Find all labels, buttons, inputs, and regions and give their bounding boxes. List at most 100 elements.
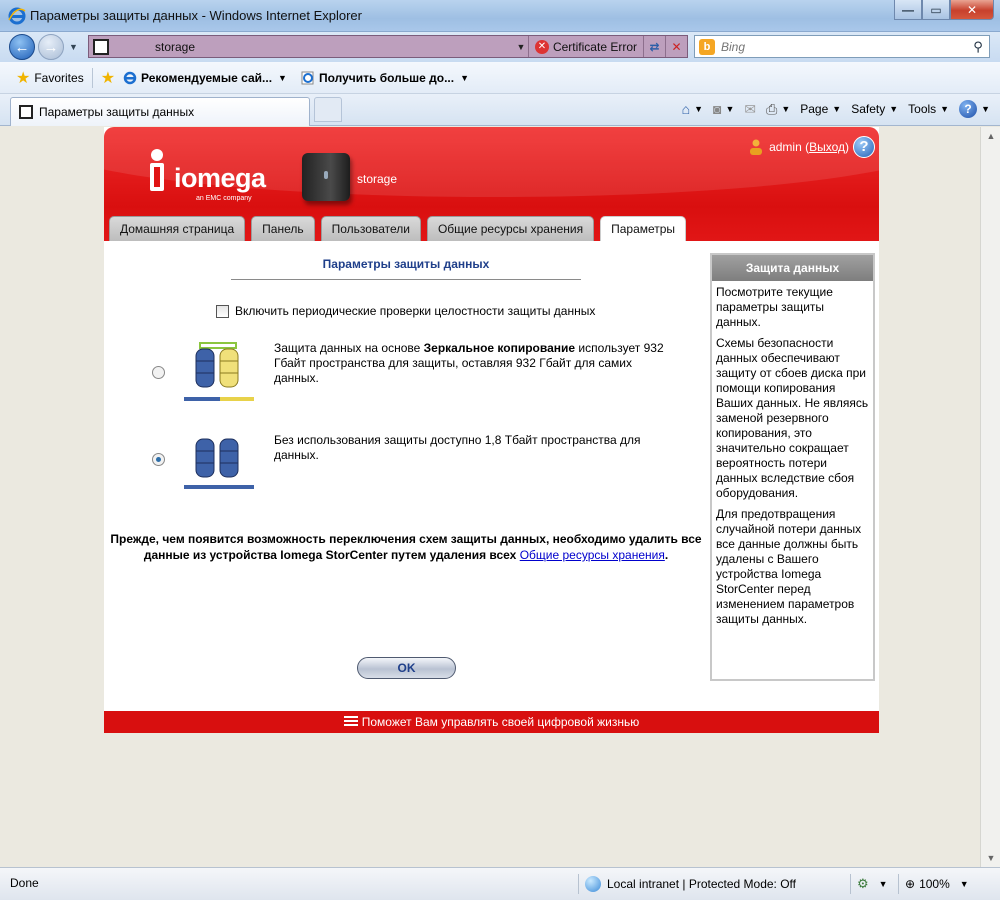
user-name: admin [769, 140, 802, 154]
address-dropdown-icon[interactable]: ▼ [514, 42, 528, 52]
storcenter-app: iomega an EMC company storage admin (Вых… [104, 127, 879, 733]
back-button[interactable]: ← [9, 34, 35, 60]
home-icon: ⌂ [681, 101, 691, 117]
main-content: Параметры защиты данных Включить периоди… [104, 241, 879, 711]
tab-shares[interactable]: Общие ресурсы хранения [426, 216, 595, 241]
storcenter-device-icon [302, 153, 350, 201]
scheme-none-description: Без использования защиты доступно 1,8 Тб… [274, 433, 641, 462]
recent-pages-dropdown-icon[interactable]: ▼ [69, 42, 78, 52]
safety-menu-label: Safety [851, 102, 886, 116]
address-url[interactable]: storage [155, 40, 514, 54]
home-button[interactable]: ⌂ ▼ [682, 101, 703, 117]
certificate-error-button[interactable]: ✕ Certificate Error [527, 36, 643, 57]
help-icon: ? [959, 100, 978, 118]
forward-button[interactable]: → [38, 34, 64, 60]
new-tab-button[interactable] [314, 97, 342, 122]
shares-link[interactable]: Общие ресурсы хранения [520, 548, 665, 562]
add-to-favorites-bar-icon[interactable]: ★ [101, 68, 115, 88]
ie-page-icon [301, 71, 314, 84]
user-info: admin (Выход) [749, 139, 849, 155]
favorites-link-suggested-sites[interactable]: Рекомендуемые сай... ▼ [123, 71, 287, 85]
forward-arrow-icon: → [43, 38, 59, 56]
read-mail-button[interactable]: ✉ [744, 101, 756, 118]
app-footer: Поможет Вам управлять своей цифровой жиз… [104, 711, 879, 733]
favorites-link-label: Получить больше до... [318, 70, 455, 85]
favorites-button[interactable]: ★ Favorites [16, 68, 84, 88]
page-menu[interactable]: Page ▼ [800, 102, 841, 116]
maximize-icon[interactable]: ▭ [922, 0, 950, 20]
switch-warning: Прежде, чем появится возможность переклю… [104, 531, 708, 563]
search-icon[interactable]: ⚲ [967, 39, 989, 55]
tab-row: Параметры защиты данных ⌂ ▼ ◙ ▼ ✉ ⎙ ▼ Page ▼… [0, 94, 1000, 126]
stop-icon[interactable]: ✕ [665, 36, 687, 57]
page-menu-label: Page [800, 102, 829, 116]
dropdown-icon: ▼ [878, 879, 888, 889]
help-menu[interactable]: ? ▼ [959, 100, 990, 118]
scroll-down-icon[interactable]: ▼ [984, 853, 998, 863]
protected-mode-button[interactable]: ⚙ ▼ [850, 874, 888, 894]
dropdown-icon: ▼ [981, 104, 990, 114]
intranet-globe-icon [585, 876, 601, 892]
help-panel-title: Защита данных [712, 255, 873, 281]
unprotected-disks-icon [184, 438, 254, 489]
dropdown-icon: ▼ [940, 104, 950, 114]
feeds-button[interactable]: ◙ ▼ [713, 101, 734, 117]
close-icon[interactable]: ✕ [950, 0, 994, 20]
favorites-label: Favorites [34, 70, 84, 85]
integrity-check-label: Включить периодические проверки целостно… [235, 304, 596, 318]
search-box[interactable]: b ⚲ [694, 35, 990, 58]
help-paragraph: Для предотвращения случайной потери данн… [716, 507, 862, 626]
site-favicon-icon [93, 38, 109, 55]
scheme-none: Без использования защиты доступно 1,8 Тб… [152, 433, 712, 493]
tab-home[interactable]: Домашняя страница [109, 216, 246, 241]
logo-wordmark: iomega [174, 163, 266, 193]
print-button[interactable]: ⎙ ▼ [766, 101, 790, 118]
safety-menu[interactable]: Safety ▼ [851, 102, 898, 116]
security-zone[interactable]: Local intranet | Protected Mode: Off [578, 874, 796, 894]
bing-icon: b [699, 38, 715, 55]
favorites-star-icon: ★ [16, 69, 31, 87]
search-input[interactable] [721, 39, 967, 54]
help-panel-body: Посмотрите текущие параметры защиты данн… [712, 281, 873, 627]
scroll-up-icon[interactable]: ▲ [984, 131, 998, 141]
zoom-level: 100% [919, 877, 950, 891]
refresh-icon[interactable]: ⇄ [643, 36, 665, 57]
scheme-mirror-radio[interactable] [152, 366, 165, 379]
rss-feed-icon: ◙ [712, 101, 722, 117]
scheme-mirror-name: Зеркальное копирование [423, 341, 576, 355]
integrity-check-option[interactable]: Включить периодические проверки целостно… [216, 304, 595, 318]
help-icon[interactable]: ? [853, 136, 875, 158]
command-bar: ⌂ ▼ ◙ ▼ ✉ ⎙ ▼ Page ▼ Safety ▼ Tools ▼ ? ▼ [672, 100, 990, 118]
integrity-check-checkbox[interactable] [216, 304, 229, 318]
dropdown-icon: ▼ [781, 104, 791, 114]
user-icon [750, 139, 763, 155]
minimize-icon[interactable]: — [894, 0, 922, 20]
ok-button[interactable]: OK [357, 657, 456, 679]
help-panel: Защита данных Посмотрите текущие парамет… [710, 253, 875, 681]
favorites-link-get-more-addons[interactable]: Получить больше до... ▼ [301, 71, 469, 85]
certificate-error-label: Certificate Error [552, 39, 637, 54]
zoom-button[interactable]: ⊕ 100% ▼ [898, 874, 969, 894]
tab-data-protection[interactable]: Параметры защиты данных [10, 97, 310, 126]
ie-page-icon [123, 71, 137, 84]
scheme-none-radio[interactable] [152, 453, 165, 466]
address-row: ← → ▼ storage ▼ ✕ Certificate Error ⇄ ✕ … [0, 32, 1000, 62]
help-paragraph: Схемы безопасности данных обеспечивают з… [716, 336, 869, 500]
window-title: Параметры защиты данных - Windows Intern… [30, 8, 362, 23]
scheme-mirror-text-before: Защита данных на основе [274, 341, 424, 355]
tab-users[interactable]: Пользователи [320, 216, 421, 241]
address-bar[interactable]: storage ▼ ✕ Certificate Error ⇄ ✕ [88, 35, 688, 58]
status-bar: Done Local intranet | Protected Mode: Of… [0, 867, 1000, 900]
separator [91, 67, 93, 88]
favorites-link-label: Рекомендуемые сай... [141, 70, 273, 85]
dropdown-icon: ▼ [959, 879, 969, 889]
footer-slogan: Поможет Вам управлять своей цифровой жиз… [361, 715, 640, 729]
vertical-scrollbar[interactable]: ▲ ▼ [980, 127, 1000, 867]
tab-dashboard[interactable]: Панель [251, 216, 315, 241]
tools-menu[interactable]: Tools ▼ [908, 102, 949, 116]
tab-settings[interactable]: Параметры [600, 216, 687, 241]
app-header: iomega an EMC company storage admin (Вых… [104, 127, 879, 241]
back-arrow-icon: ← [14, 38, 30, 56]
logout-link[interactable]: Выход [809, 140, 845, 154]
scheme-mirror-description: Защита данных на основе Зеркальное копир… [274, 341, 674, 386]
